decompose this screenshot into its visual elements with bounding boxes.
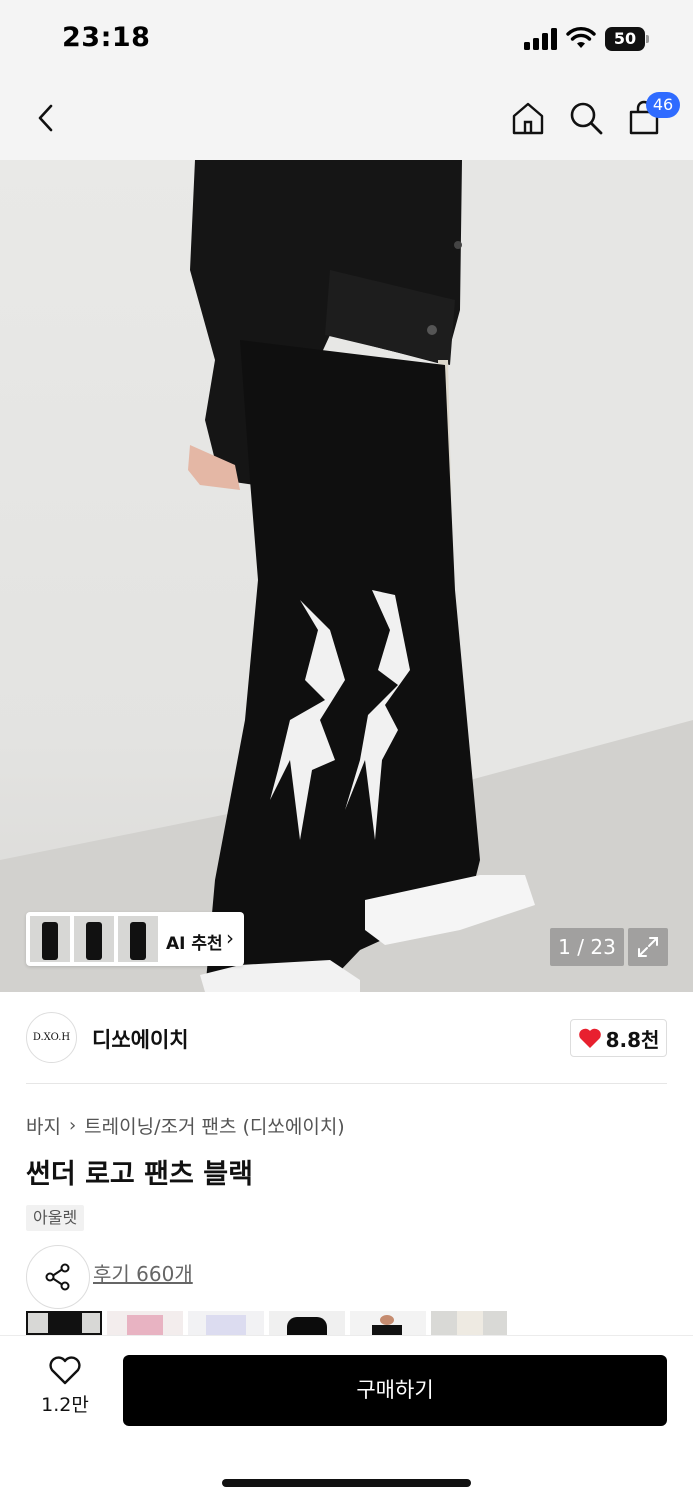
image-counter: 1 / 23 — [550, 928, 624, 966]
wifi-icon — [566, 27, 596, 48]
cart-button[interactable]: 46 — [622, 92, 680, 140]
ai-recommend-button[interactable]: AI 추천 › — [26, 912, 244, 966]
color-thumb[interactable] — [431, 1311, 507, 1335]
home-indicator — [222, 1479, 471, 1487]
buy-button[interactable]: 구매하기 — [123, 1355, 667, 1426]
chevron-right-icon: › — [68, 1115, 77, 1136]
brand-like-button[interactable]: 8.8천 — [570, 1019, 667, 1057]
breadcrumb-subcategory[interactable]: 트레이닝/조거 팬츠 (디쏘에이치) — [84, 1112, 345, 1139]
back-button[interactable] — [24, 96, 68, 140]
outlet-tag: 아울렛 — [26, 1205, 85, 1231]
wishlist-count: 1.2만 — [41, 1394, 89, 1416]
review-link[interactable]: 후기 660개 — [93, 1258, 193, 1287]
color-thumb[interactable] — [350, 1311, 426, 1335]
color-thumb[interactable] — [26, 1311, 102, 1335]
breadcrumb: 바지 › 트레이닝/조거 팬츠 (디쏘에이치) — [26, 1112, 345, 1139]
expand-icon — [638, 937, 658, 957]
color-thumb[interactable] — [188, 1311, 264, 1335]
cart-count-badge: 46 — [646, 92, 680, 118]
brand-logo[interactable]: D.XO.H — [26, 1012, 77, 1063]
breadcrumb-category[interactable]: 바지 — [26, 1112, 61, 1139]
wishlist-button[interactable]: 1.2만 — [30, 1356, 100, 1426]
signal-icon — [524, 28, 558, 50]
brand-row[interactable]: D.XO.H 디쏘에이치 8.8천 — [0, 992, 693, 1084]
product-title: 썬더 로고 팬츠 블랙 — [26, 1159, 253, 1190]
nav-bar: 46 — [0, 78, 693, 160]
heart-icon — [49, 1356, 81, 1385]
brand-name[interactable]: 디쏘에이치 — [92, 1024, 189, 1054]
share-button[interactable] — [26, 1245, 90, 1309]
ai-recommend-label: AI 추천 — [166, 934, 223, 954]
product-image[interactable]: AI 추천 › 1 / 23 — [0, 160, 693, 992]
back-icon — [38, 104, 53, 132]
home-icon — [512, 102, 544, 135]
color-thumbnail-strip — [26, 1311, 507, 1335]
share-icon — [45, 1263, 70, 1291]
color-thumb[interactable] — [269, 1311, 345, 1335]
battery-level: 50 — [605, 27, 645, 51]
status-time: 23:18 — [62, 22, 151, 53]
product-photo — [0, 160, 693, 992]
divider — [26, 1083, 667, 1084]
battery-icon: 50 — [605, 27, 649, 51]
ai-thumb — [74, 916, 114, 962]
bottom-action-bar: 1.2만 구매하기 — [0, 1335, 693, 1500]
heart-icon — [578, 1028, 601, 1048]
ai-thumb — [30, 916, 70, 962]
status-bar: 23:18 50 — [0, 0, 693, 78]
expand-button[interactable] — [628, 928, 668, 966]
search-icon — [570, 102, 603, 135]
color-thumb[interactable] — [107, 1311, 183, 1335]
search-button[interactable] — [564, 96, 608, 140]
ai-thumb — [118, 916, 158, 962]
home-button[interactable] — [506, 96, 550, 140]
brand-like-count: 8.8천 — [605, 1027, 660, 1052]
chevron-right-icon: › — [226, 926, 234, 950]
